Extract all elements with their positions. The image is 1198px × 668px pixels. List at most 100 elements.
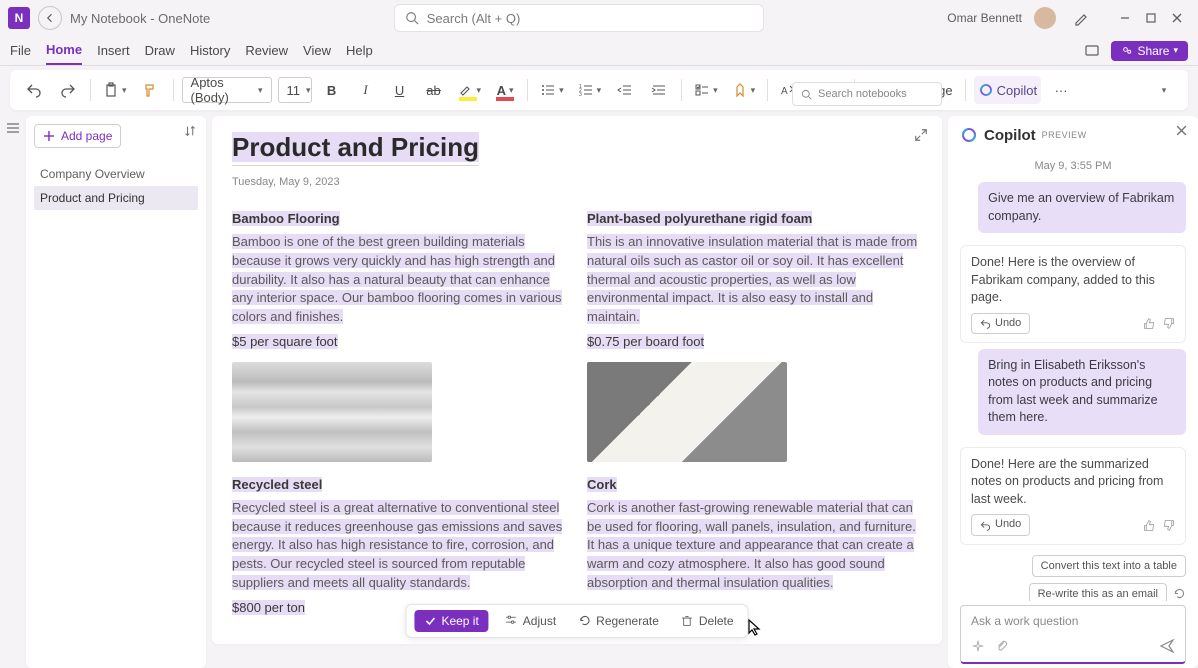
onenote-logo: N [8, 7, 30, 29]
highlight-button[interactable]: ▾ [454, 76, 486, 104]
sparkle-icon[interactable] [971, 639, 985, 653]
section-body[interactable]: Bamboo is one of the best green building… [232, 233, 567, 327]
tags-button[interactable]: ▾ [728, 76, 760, 104]
regenerate-button[interactable]: Regenerate [572, 610, 665, 632]
share-icon [1121, 45, 1133, 57]
adjust-button[interactable]: Adjust [499, 610, 562, 632]
strikethrough-button[interactable]: ab [420, 76, 448, 104]
menu-review[interactable]: Review [245, 36, 288, 65]
share-button[interactable]: Share ▾ [1111, 41, 1188, 61]
copilot-close-button[interactable] [1175, 124, 1188, 137]
redo-button[interactable] [54, 76, 82, 104]
menu-help[interactable]: Help [346, 36, 373, 65]
menu-file[interactable]: File [10, 36, 31, 65]
checklist-button[interactable]: ▾ [690, 76, 722, 104]
copilot-ribbon-button[interactable]: Copilot [974, 76, 1041, 104]
numbering-button[interactable]: 123▾ [574, 76, 606, 104]
indent-button[interactable] [645, 76, 673, 104]
page-title[interactable]: Product and Pricing [232, 132, 479, 163]
section-body[interactable]: This is an innovative insulation materia… [587, 233, 922, 327]
suggestion-chip[interactable]: Convert this text into a table [1032, 555, 1186, 577]
attachment-icon[interactable] [995, 639, 1009, 653]
back-button[interactable] [38, 6, 62, 30]
keep-it-button[interactable]: Keep it [414, 610, 488, 632]
close-button[interactable] [1164, 5, 1190, 31]
menu-home[interactable]: Home [46, 36, 82, 65]
section-price[interactable]: $5 per square foot [232, 333, 567, 352]
maximize-button[interactable] [1138, 5, 1164, 31]
page-list-panel: Add page Company Overview Product and Pr… [26, 116, 206, 668]
svg-text:3: 3 [579, 92, 582, 98]
page-canvas[interactable]: Product and Pricing Tuesday, May 9, 2023… [212, 116, 942, 644]
menu-draw[interactable]: Draw [145, 36, 175, 65]
suggestion-refresh-button[interactable] [1173, 587, 1186, 600]
nav-rail-toggle[interactable] [0, 116, 26, 668]
bullets-button[interactable]: ▾ [536, 76, 568, 104]
thumbs-up-button[interactable] [1143, 519, 1156, 532]
svg-text:A: A [781, 86, 788, 97]
check-icon [424, 615, 436, 627]
section-title[interactable]: Cork [587, 476, 922, 495]
section-body[interactable]: Cork is another fast-growing renewable m… [587, 499, 922, 593]
undo-icon [980, 520, 991, 531]
suggestion-chip[interactable]: Re-write this as an email [1029, 583, 1167, 601]
page-item-product-pricing[interactable]: Product and Pricing [34, 186, 198, 210]
menu-history[interactable]: History [190, 36, 230, 65]
chat-message-user: Bring in Elisabeth Eriksson's notes on p… [978, 349, 1186, 435]
chat-message-assistant: Done! Here is the overview of Fabrikam c… [960, 245, 1186, 343]
copilot-panel: Copilot PREVIEW May 9, 3:55 PM Give me a… [948, 116, 1198, 668]
thumbs-down-button[interactable] [1162, 317, 1175, 330]
paste-button[interactable]: ▾ [99, 76, 131, 104]
notebook-search[interactable]: Search notebooks [792, 82, 942, 106]
global-search[interactable]: Search (Alt + Q) [394, 4, 764, 32]
section-title[interactable]: Bamboo Flooring [232, 210, 567, 229]
ribbon-more-button[interactable]: ··· [1047, 76, 1075, 104]
sort-button[interactable] [184, 124, 198, 138]
plus-icon [43, 130, 55, 142]
present-icon[interactable] [1079, 38, 1105, 64]
font-name-select[interactable]: Aptos (Body)▾ [182, 77, 272, 103]
menu-view[interactable]: View [303, 36, 331, 65]
section-title[interactable]: Plant-based polyurethane rigid foam [587, 210, 922, 229]
menu-insert[interactable]: Insert [97, 36, 130, 65]
share-label: Share [1137, 44, 1169, 58]
section-title[interactable]: Recycled steel [232, 476, 567, 495]
trash-icon [681, 614, 694, 627]
bold-button[interactable]: B [318, 76, 346, 104]
page-date: Tuesday, May 9, 2023 [232, 176, 922, 188]
minimize-button[interactable] [1112, 5, 1138, 31]
copilot-icon [978, 82, 994, 98]
undo-icon [980, 318, 991, 329]
fullscreen-button[interactable] [914, 128, 928, 142]
add-page-button[interactable]: Add page [34, 124, 121, 148]
copilot-logo-icon [960, 126, 978, 144]
undo-button[interactable]: Undo [971, 313, 1030, 334]
thumbs-down-button[interactable] [1162, 519, 1175, 532]
copilot-input[interactable]: Ask a work question [960, 605, 1186, 664]
menubar: File Home Insert Draw History Review Vie… [0, 36, 1198, 66]
chat-message-user: Give me an overview of Fabrikam company. [978, 182, 1186, 233]
underline-button[interactable]: U [386, 76, 414, 104]
delete-button[interactable]: Delete [675, 610, 740, 632]
undo-button[interactable] [20, 76, 48, 104]
refresh-icon [578, 614, 591, 627]
section-image[interactable] [587, 362, 787, 462]
send-button[interactable] [1159, 638, 1175, 654]
section-image[interactable] [232, 362, 432, 462]
thumbs-up-button[interactable] [1143, 317, 1156, 330]
format-painter-button[interactable] [137, 76, 165, 104]
page-item-company-overview[interactable]: Company Overview [34, 162, 198, 186]
chat-message-assistant: Done! Here are the summarized notes on p… [960, 447, 1186, 545]
titlebar: N My Notebook - OneNote Search (Alt + Q)… [0, 0, 1198, 36]
section-body[interactable]: Recycled steel is a great alternative to… [232, 499, 567, 593]
font-size-select[interactable]: 11▾ [278, 77, 312, 103]
undo-button[interactable]: Undo [971, 514, 1030, 535]
italic-button[interactable]: I [352, 76, 380, 104]
ribbon: ▾ Aptos (Body)▾ 11▾ B I U ab ▾ A▾ ▾ 123▾… [10, 70, 1188, 110]
user-avatar[interactable] [1034, 7, 1056, 29]
font-color-button[interactable]: A▾ [491, 76, 519, 104]
ribbon-expand-button[interactable]: ▾ [1150, 76, 1178, 104]
section-price[interactable]: $0.75 per board foot [587, 333, 922, 352]
ink-icon[interactable] [1068, 5, 1094, 31]
outdent-button[interactable] [611, 76, 639, 104]
